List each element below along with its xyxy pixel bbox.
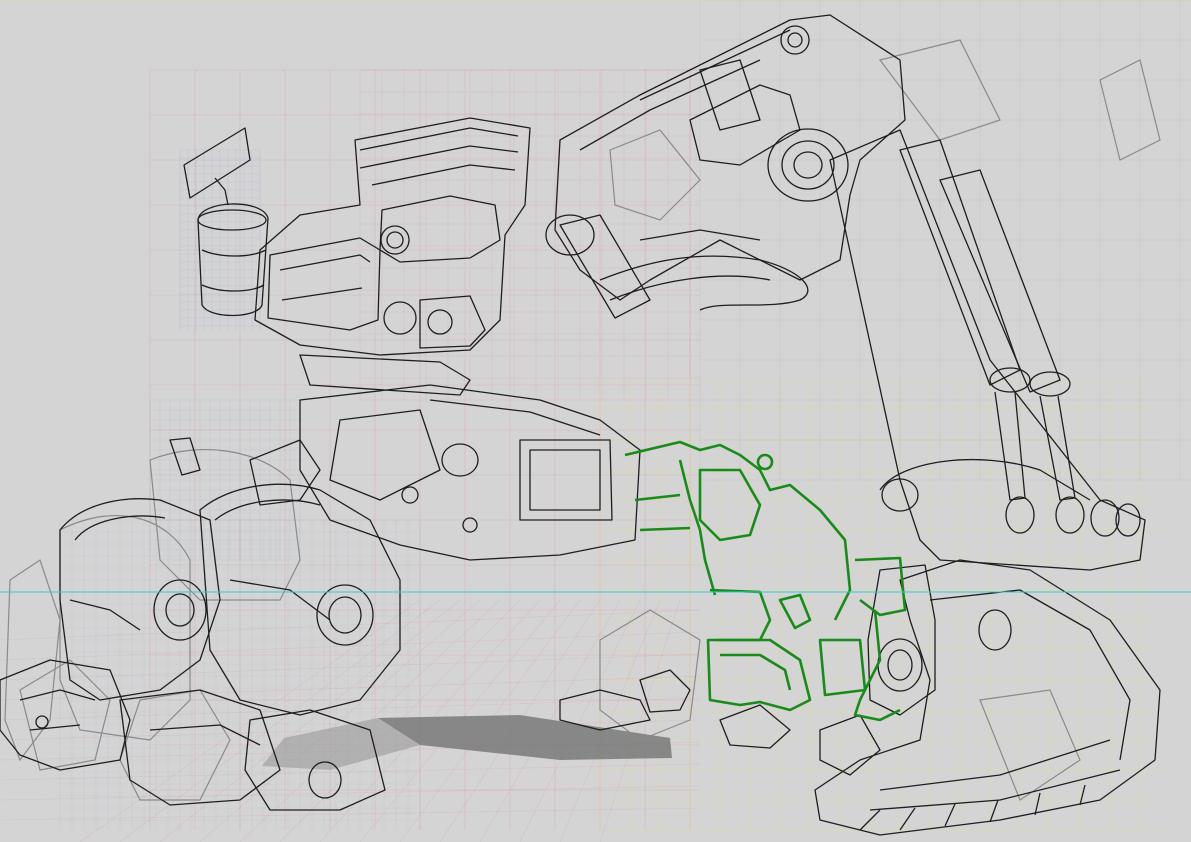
- grid-line: [0, 631, 701, 661]
- grid-line: [0, 609, 701, 641]
- boom-arm-lower: [829, 129, 1146, 571]
- green-lower-piece: [706, 638, 812, 712]
- drawing-canvas[interactable]: [0, 0, 1191, 842]
- perspective-grid: [0, 0, 1191, 842]
- green-selection[interactable]: [624, 440, 907, 722]
- grid-line: [0, 697, 701, 721]
- left-foot-rear: [0, 659, 131, 771]
- hip-block: [299, 384, 641, 561]
- upper-body-block: [254, 117, 531, 356]
- fuel-tank: [197, 203, 269, 317]
- grid-line: [0, 785, 701, 801]
- excavator-bucket: [814, 559, 1161, 836]
- hydraulic-piston-1: [559, 214, 651, 319]
- hydraulic-piston-2: [939, 169, 1061, 393]
- grid-line: [0, 807, 701, 821]
